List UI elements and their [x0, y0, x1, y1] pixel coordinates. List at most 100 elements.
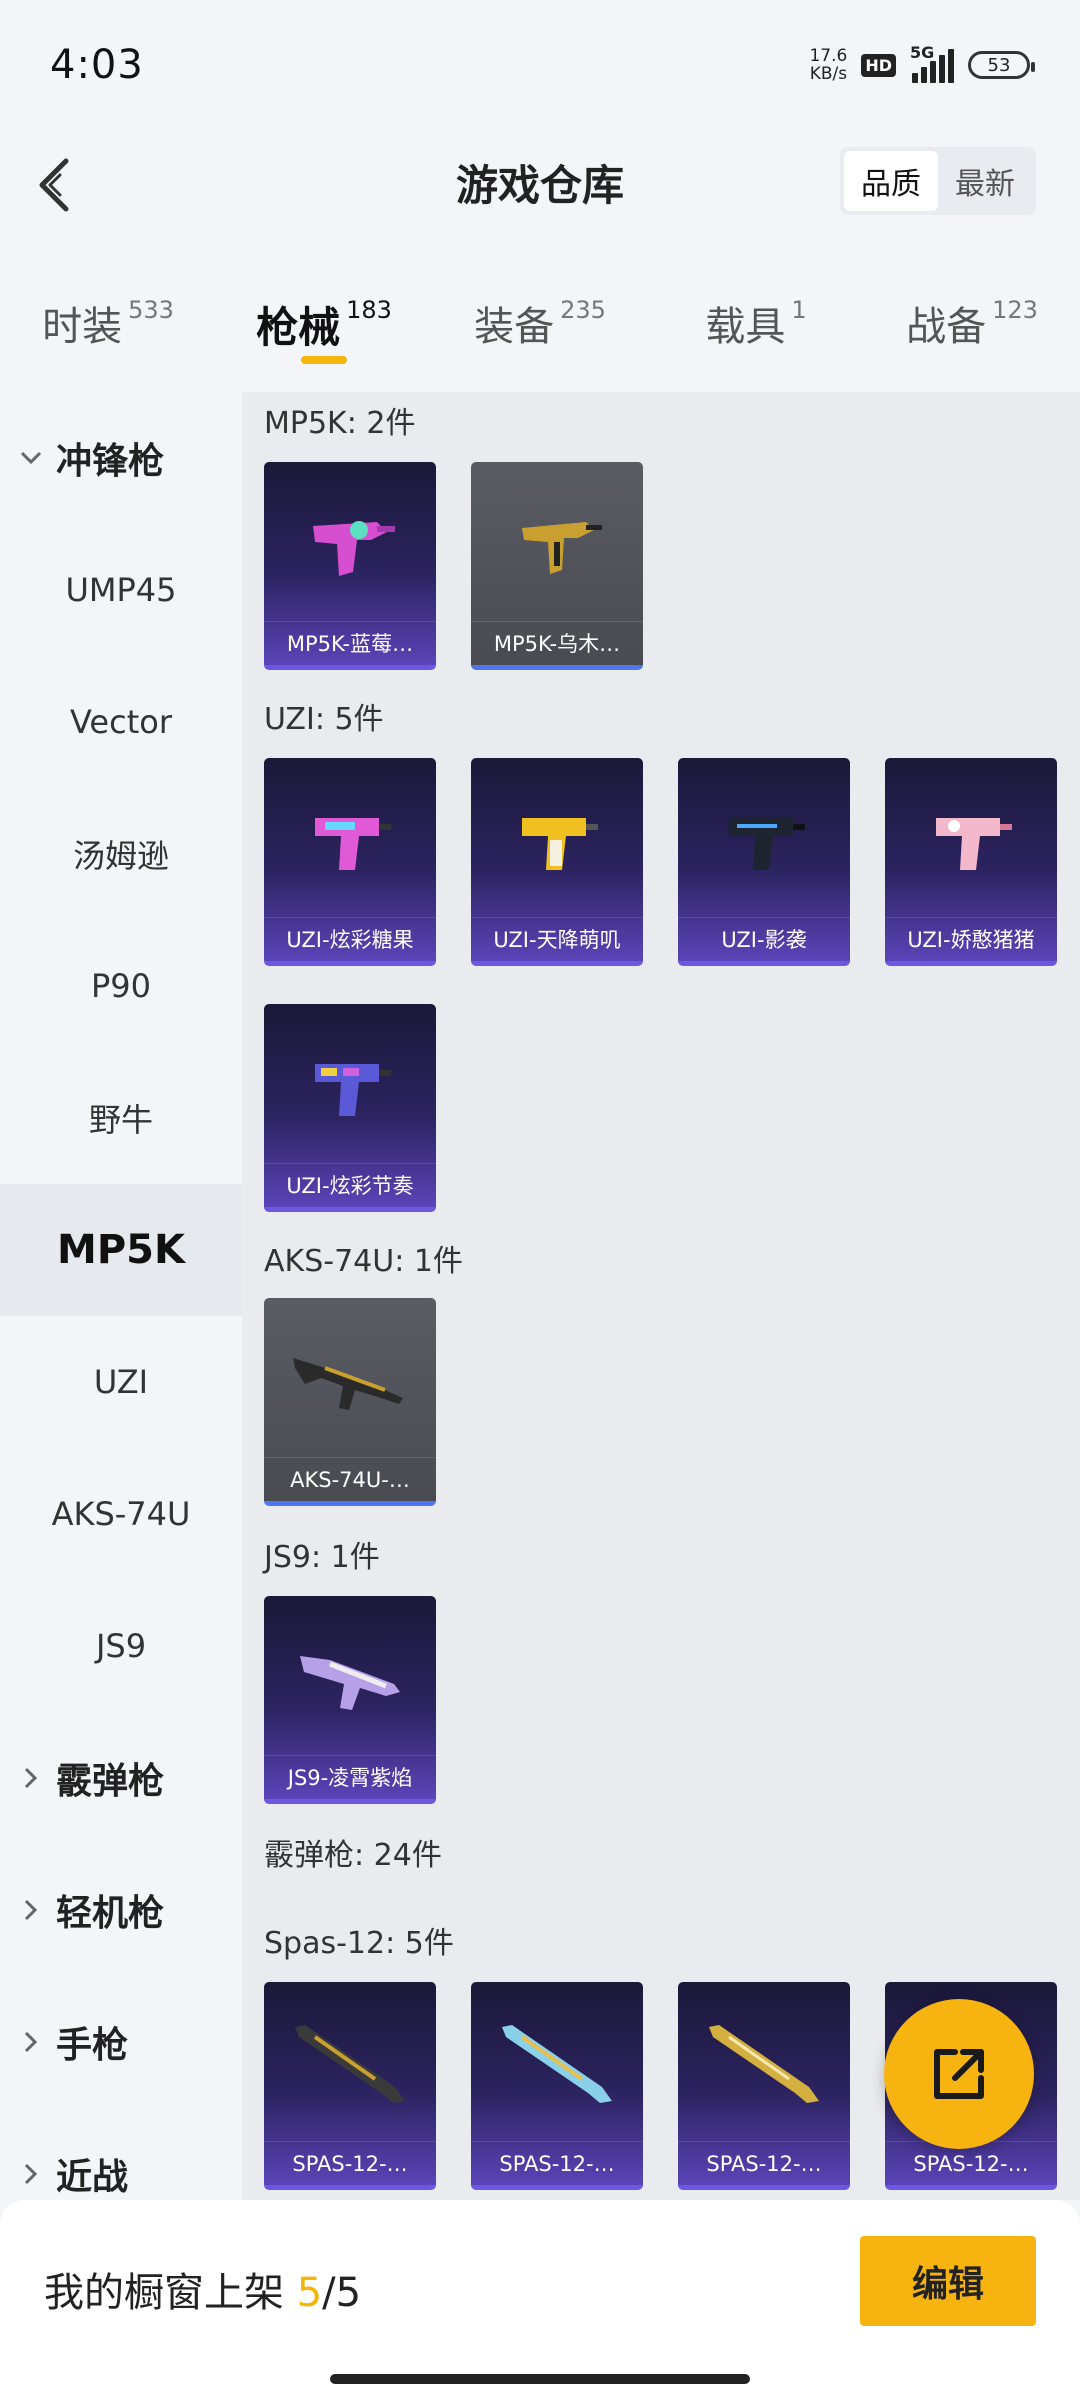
- signal-bar: [939, 55, 945, 83]
- signal-bar: [912, 73, 918, 83]
- weapon-name: AKS-74U-…: [264, 1457, 436, 1501]
- tab-fashion[interactable]: 时装 533: [0, 270, 216, 380]
- weapon-card[interactable]: AKS-74U-…: [264, 1298, 436, 1506]
- uzi-yellow-art: [471, 758, 643, 918]
- tab-count: 1: [791, 296, 807, 324]
- network-speed-value: 17.6: [809, 46, 848, 66]
- clock: 4:03: [50, 42, 144, 88]
- weapon-name: SPAS-12-…: [264, 2141, 436, 2185]
- weapon-card[interactable]: UZI-炫彩节奏: [264, 1004, 436, 1212]
- tab-count: 235: [560, 296, 606, 324]
- weapon-name: UZI-炫彩糖果: [264, 917, 436, 961]
- battery-icon: 53: [968, 51, 1035, 79]
- weapon-name: SPAS-12-…: [471, 2141, 643, 2185]
- weapon-grid: MP5K: 2件 MP5K-蓝莓… MP5K-乌木… UZI: 5件 UZI-炫…: [242, 392, 1080, 2200]
- sidebar-group-smg[interactable]: 冲锋枪: [0, 392, 242, 524]
- network-speed-unit: KB/s: [809, 64, 848, 84]
- signal-bar: [921, 67, 927, 83]
- sort-toggle: 品质 最新: [840, 147, 1036, 215]
- weapon-card[interactable]: UZI-天降萌叽: [471, 758, 643, 966]
- weapon-card[interactable]: SPAS-12-…: [678, 1982, 850, 2190]
- section-title-mp5k: MP5K: 2件: [264, 406, 416, 441]
- sidebar-item-thompson[interactable]: 汤姆逊: [0, 788, 242, 920]
- showcase-total: /5: [322, 2270, 362, 2316]
- network-type: 5G: [910, 43, 935, 62]
- tab-label: 战备: [906, 304, 987, 350]
- sidebar-group-label: 轻机枪: [56, 1893, 165, 1934]
- sidebar-item-mp5k[interactable]: MP5K: [0, 1184, 242, 1316]
- hd-badge: HD: [861, 53, 896, 77]
- weapon-sidebar: 冲锋枪 UMP45 Vector 汤姆逊 P90 野牛 MP5K UZI AKS…: [0, 392, 242, 2200]
- tab-label: 载具: [705, 304, 786, 350]
- sidebar-item-ump45[interactable]: UMP45: [0, 524, 242, 656]
- sidebar-group-shotgun[interactable]: 霰弹枪: [0, 1712, 242, 1844]
- chevron-right-icon: [18, 2029, 44, 2055]
- tab-combat-gear[interactable]: 战备 123: [864, 270, 1080, 380]
- sidebar-item-js9[interactable]: JS9: [0, 1580, 242, 1712]
- section-title-shotgun: 霰弹枪: 24件: [264, 1838, 442, 1873]
- sort-quality-option[interactable]: 品质: [844, 151, 938, 211]
- sidebar-item-uzi[interactable]: UZI: [0, 1316, 242, 1448]
- signal-icon: 5G: [910, 43, 954, 83]
- weapon-name: SPAS-12-…: [678, 2141, 850, 2185]
- chevron-down-icon: [18, 445, 44, 471]
- sidebar-group-pistol[interactable]: 手枪: [0, 1976, 242, 2108]
- status-icons: 17.6 KB/s HD 5G 53: [809, 43, 1035, 83]
- chevron-right-icon: [18, 1897, 44, 1923]
- section-title-js9: JS9: 1件: [264, 1540, 380, 1575]
- uzi-pink-art: [885, 758, 1057, 918]
- chevron-right-icon: [18, 2161, 44, 2187]
- tab-firearms[interactable]: 枪械 183: [216, 270, 432, 380]
- edit-button[interactable]: 编辑: [860, 2236, 1036, 2326]
- section-title-aks74u: AKS-74U: 1件: [264, 1244, 463, 1279]
- network-speed: 17.6 KB/s: [809, 47, 847, 83]
- battery-level: 53: [987, 54, 1011, 76]
- weapon-name: MP5K-乌木…: [471, 621, 643, 665]
- weapon-card[interactable]: MP5K-乌木…: [471, 462, 643, 670]
- weapon-card[interactable]: UZI-娇憨猪猪: [885, 758, 1057, 966]
- tab-equipment[interactable]: 装备 235: [432, 270, 648, 380]
- weapon-card[interactable]: JS9-凌霄紫焰: [264, 1596, 436, 1804]
- smg-pink-art: [264, 462, 436, 622]
- uzi-rhythm-art: [264, 1004, 436, 1164]
- weapon-card[interactable]: MP5K-蓝莓…: [264, 462, 436, 670]
- weapon-name: UZI-影袭: [678, 917, 850, 961]
- sidebar-item-vector[interactable]: Vector: [0, 656, 242, 788]
- tab-label: 装备: [474, 304, 555, 350]
- share-button[interactable]: [884, 1999, 1034, 2149]
- sidebar-item-p90[interactable]: P90: [0, 920, 242, 1052]
- sidebar-item-aks74u[interactable]: AKS-74U: [0, 1448, 242, 1580]
- signal-bar: [930, 61, 936, 83]
- tab-vehicles[interactable]: 载具 1: [648, 270, 864, 380]
- chevron-right-icon: [18, 1765, 44, 1791]
- weapon-card[interactable]: SPAS-12-…: [471, 1982, 643, 2190]
- home-indicator[interactable]: [330, 2374, 750, 2384]
- weapon-name: UZI-娇憨猪猪: [885, 917, 1057, 961]
- weapon-name: JS9-凌霄紫焰: [264, 1755, 436, 1799]
- sidebar-item-bizon[interactable]: 野牛: [0, 1052, 242, 1184]
- shotgun-dark-art: [264, 1982, 436, 2142]
- showcase-bar: 我的橱窗上架 5/5 编辑: [0, 2200, 1080, 2400]
- smg-gold-art: [471, 462, 643, 622]
- sort-newest-option[interactable]: 最新: [938, 151, 1032, 211]
- tab-count: 533: [128, 296, 174, 324]
- sidebar-group-label: 近战: [56, 2157, 129, 2198]
- showcase-status: 我的橱窗上架 5/5: [44, 2260, 361, 2318]
- weapon-card[interactable]: UZI-影袭: [678, 758, 850, 966]
- shotgun-blue-art: [471, 1982, 643, 2142]
- weapon-name: UZI-天降萌叽: [471, 917, 643, 961]
- shotgun-gold-art: [678, 1982, 850, 2142]
- rifle-gold-art: [264, 1298, 436, 1458]
- weapon-card[interactable]: UZI-炫彩糖果: [264, 758, 436, 966]
- tab-label: 枪械: [256, 303, 341, 352]
- tab-count: 183: [346, 296, 392, 324]
- app-header: 游戏仓库 品质 最新: [0, 130, 1080, 240]
- sidebar-group-lmg[interactable]: 轻机枪: [0, 1844, 242, 1976]
- category-tabs: 时装 533 枪械 183 装备 235 载具 1 战备 123: [0, 270, 1080, 380]
- js9-purple-art: [264, 1596, 436, 1756]
- share-icon: [934, 2049, 984, 2099]
- weapon-card[interactable]: SPAS-12-…: [264, 1982, 436, 2190]
- tab-label: 时装: [42, 304, 123, 350]
- sidebar-group-label: 手枪: [56, 2025, 129, 2066]
- section-title-uzi: UZI: 5件: [264, 702, 384, 737]
